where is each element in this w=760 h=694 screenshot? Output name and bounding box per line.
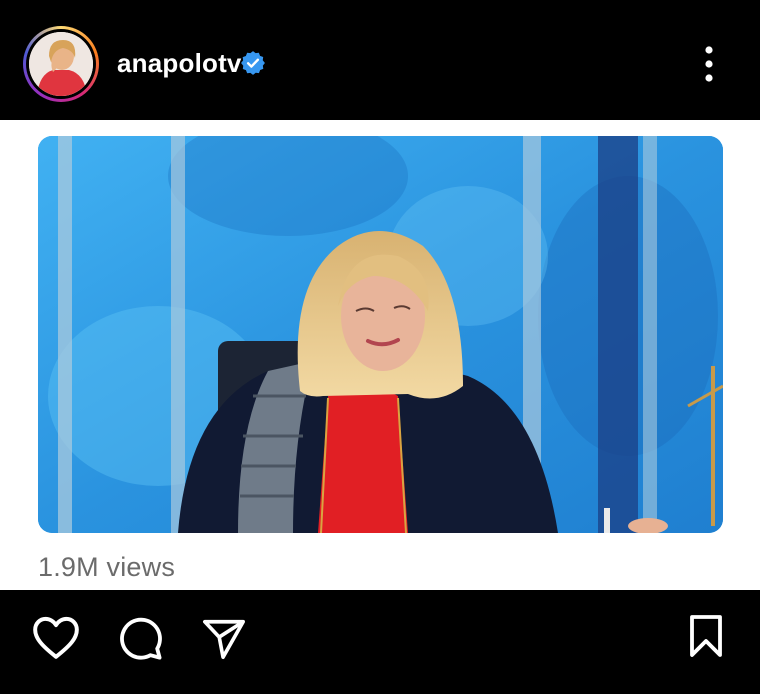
action-bar <box>0 590 760 694</box>
comment-icon[interactable] <box>116 614 164 662</box>
bookmark-icon[interactable] <box>686 614 726 658</box>
views-count: 1.9M views <box>38 552 176 582</box>
avatar-image <box>29 32 93 96</box>
post-body: 1.9M views <box>0 120 760 590</box>
verified-badge-icon <box>241 51 265 75</box>
post-header: anapolotv <box>0 0 760 120</box>
post-video[interactable] <box>38 136 723 533</box>
send-icon[interactable] <box>200 616 248 662</box>
avatar[interactable] <box>23 26 99 102</box>
heart-icon[interactable] <box>31 614 81 660</box>
more-vertical-icon[interactable] <box>699 44 719 84</box>
username[interactable]: anapolotv <box>117 48 242 79</box>
